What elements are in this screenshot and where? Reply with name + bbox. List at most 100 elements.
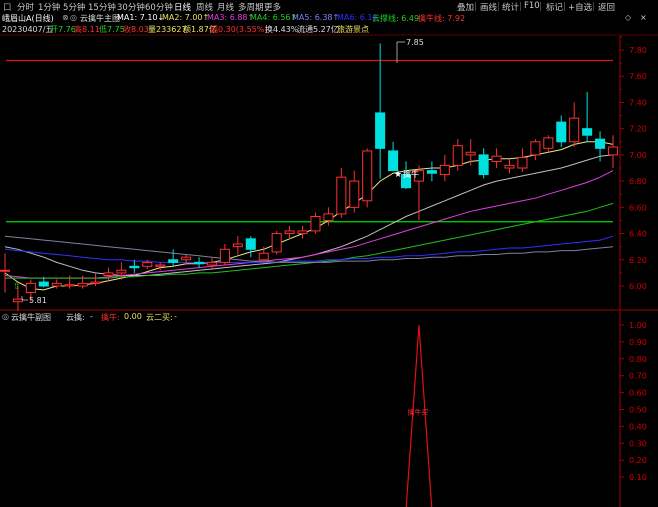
- quote-date: 20230407/五: [2, 25, 54, 34]
- tab-multi-period[interactable]: 多周期: [238, 1, 264, 13]
- close-icon[interactable]: ×: [640, 13, 647, 22]
- candle-body: [504, 164, 515, 169]
- tab-5min[interactable]: 5分钟: [63, 1, 85, 13]
- buy-arrow-icon: ⇧: [13, 282, 21, 292]
- price-tick-label: 7.80: [629, 46, 647, 55]
- candle-body: [90, 281, 101, 284]
- price-tick-label: 7.40: [629, 98, 647, 107]
- f10-button[interactable]: F10: [524, 1, 540, 11]
- tab-intraday[interactable]: 分时: [17, 1, 34, 13]
- divider: [593, 2, 594, 11]
- tab-60min[interactable]: 60分钟: [145, 1, 173, 13]
- lower-panel-header: ◎ 云擒牛副图 云擒: - 擒牛: 0.00 云二买: -: [0, 312, 658, 323]
- price-tick-label: 7.00: [629, 151, 647, 160]
- ma-line-ma5: [4, 235, 614, 263]
- tab-monthly[interactable]: 月线: [217, 1, 234, 13]
- candle-body: [206, 261, 218, 266]
- tab-30min[interactable]: 30分钟: [117, 1, 145, 13]
- price-tick-label: 6.20: [629, 256, 647, 265]
- annotations: 7.85 5.81 ★ 擒牛 ⇧: [13, 38, 424, 305]
- candle-body: [595, 138, 606, 149]
- lower-tick-label: 0.90: [629, 338, 647, 347]
- ma4-value: MA4: 6.56↑: [250, 13, 298, 22]
- close-indicator-icon[interactable]: ⊗: [62, 13, 69, 22]
- candle-body: [478, 154, 489, 176]
- price-tick-label: 6.00: [629, 282, 647, 291]
- candle-body: [465, 151, 476, 156]
- candle-body: [116, 269, 127, 274]
- candle-body: [439, 164, 450, 176]
- candle-body: [284, 230, 295, 235]
- candle-body: [607, 146, 619, 156]
- quote-float: 流通5.27亿: [297, 25, 339, 34]
- ma-line-ma1: [4, 141, 614, 291]
- candle-body: [129, 265, 140, 269]
- lower-param1-label: 云擒:: [66, 313, 85, 322]
- back-button[interactable]: 返回: [598, 1, 615, 13]
- period-toolbar: 口 分时 1分钟 5分钟 15分钟 30分钟 60分钟 日线 周线 月线 多周期…: [0, 0, 658, 13]
- divider: [498, 2, 499, 11]
- candle-body: [323, 213, 334, 221]
- candle-body: [64, 284, 75, 287]
- candle-body: [517, 157, 528, 169]
- quote-low: 低7.75: [99, 25, 125, 34]
- lower-tick-label: 0.40: [629, 422, 647, 431]
- tab-1min[interactable]: 1分钟: [38, 1, 60, 13]
- candle-body: [491, 155, 502, 162]
- candle-body: [543, 137, 554, 149]
- lower-settings-icon[interactable]: ◎: [2, 312, 9, 321]
- lower-tick-label: 0.80: [629, 355, 647, 364]
- lower-tick-label: 0.30: [629, 439, 647, 448]
- quote-close: 收8.03: [123, 25, 149, 34]
- divider: [520, 2, 521, 11]
- draw-line-button[interactable]: 画线: [480, 1, 497, 13]
- ma-line-ma2: [4, 154, 614, 276]
- settings-indicator-icon[interactable]: ◎: [70, 13, 77, 22]
- candle-body: [271, 233, 282, 253]
- grid: [0, 34, 658, 507]
- overlay-button[interactable]: 叠加: [457, 1, 474, 13]
- lower-param2-label: 擒牛:: [101, 313, 120, 322]
- add-watchlist-button[interactable]: +自选: [568, 1, 592, 13]
- indicator-header: 峨眉山A(日线) ⊗ ◎ 云擒牛主图 MA1: 7.10↓ MA2: 7.00↑…: [0, 13, 658, 24]
- candle-body: [12, 298, 23, 303]
- cloud-support-value: 云撑线: 6.49: [372, 14, 420, 23]
- quote-high: 高8.11: [74, 25, 100, 34]
- lower-panel-title[interactable]: 云擒牛副图: [11, 312, 51, 323]
- price-tick-label: 6.60: [629, 203, 647, 212]
- mark-button[interactable]: 标记: [546, 1, 563, 13]
- candle-body: [375, 112, 386, 149]
- tab-15min[interactable]: 15分钟: [88, 1, 116, 13]
- tab-daily[interactable]: 日线: [174, 1, 191, 13]
- candle-body: [582, 128, 593, 136]
- candle-body: [297, 230, 308, 235]
- candle-body: [25, 282, 36, 294]
- price-tick-label: 7.60: [629, 72, 647, 81]
- stock-name: 峨眉山A(日线): [2, 14, 54, 23]
- spike-label: 擒牛买: [407, 408, 428, 417]
- settings-icon[interactable]: 口: [3, 1, 12, 13]
- candle-body: [258, 252, 269, 261]
- tab-weekly[interactable]: 周线: [196, 1, 213, 13]
- lower-param3-label: 云二买:: [146, 313, 173, 322]
- lower-indicator-panel: 1.000.900.800.700.600.500.400.300.200.10…: [405, 321, 647, 507]
- quote-volume: 量233627: [148, 25, 187, 34]
- more-menu[interactable]: 更多: [264, 1, 281, 13]
- lower-tick-label: 0.10: [629, 473, 647, 482]
- lower-tick-label: 0.60: [629, 389, 647, 398]
- lower-tick-label: 0.50: [629, 406, 647, 415]
- candle-body: [413, 170, 424, 182]
- candle-body: [336, 176, 347, 215]
- low-label: 5.81: [29, 296, 47, 305]
- pressure-value: 擒牛线: 7.92: [418, 14, 466, 23]
- collapse-icon[interactable]: ◇: [625, 13, 631, 22]
- quote-open: 开7.76: [50, 25, 76, 34]
- quote-sector: 旅游景点: [337, 25, 369, 34]
- ma2-value: MA2: 7.00↑: [162, 13, 210, 22]
- kline-chart[interactable]: 7.80 7.60 7.40 7.20 7.00 6.80 6.60 6.40 6.20 6.00…: [0, 0, 658, 507]
- statistics-button[interactable]: 统计: [502, 1, 519, 13]
- candle-body: [349, 180, 360, 208]
- candle-body: [530, 141, 541, 156]
- candle-body: [556, 121, 567, 143]
- indicator-name[interactable]: 云擒牛主图: [80, 13, 120, 24]
